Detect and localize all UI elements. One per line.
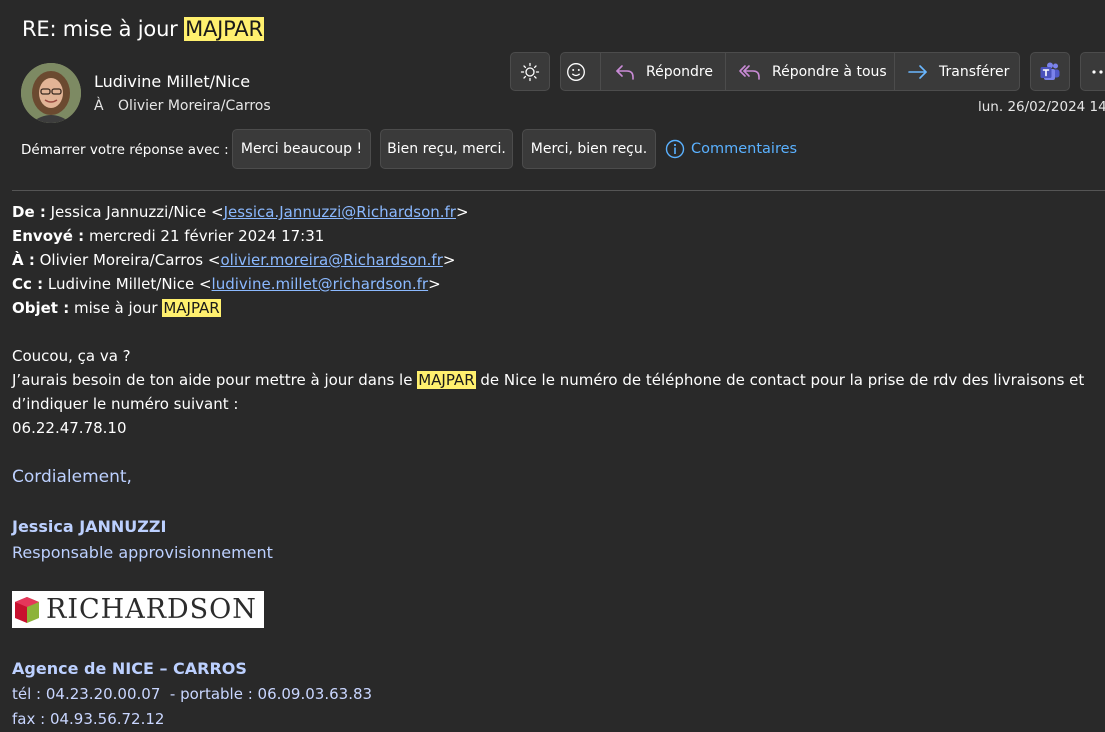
to-line: À : Olivier Moreira/Carros <olivier.more… bbox=[12, 251, 456, 269]
phone-number: 06.22.47.78.10 bbox=[12, 419, 127, 437]
theme-toggle-button[interactable] bbox=[510, 52, 550, 91]
sun-icon bbox=[520, 62, 540, 81]
logo-cube-icon bbox=[15, 596, 39, 623]
cc-line: Cc : Ludivine Millet/Nice <ludivine.mill… bbox=[12, 275, 441, 293]
company-logo: RICHARDSON bbox=[12, 591, 264, 628]
cc-email-link[interactable]: ludivine.millet@richardson.fr bbox=[212, 275, 429, 293]
avatar[interactable] bbox=[21, 63, 81, 123]
signature-name: Jessica JANNUZZI bbox=[12, 517, 167, 536]
forward-button[interactable]: Transférer bbox=[895, 53, 1019, 90]
emoji-reaction-button[interactable] bbox=[561, 53, 601, 90]
quick-reply-1-button[interactable]: Merci beaucoup ! bbox=[232, 129, 371, 169]
comments-label: Commentaires bbox=[691, 141, 798, 157]
subject-highlight: MAJPAR bbox=[162, 299, 221, 317]
reply-label: Répondre bbox=[646, 63, 713, 80]
body-highlight: MAJPAR bbox=[417, 371, 476, 389]
reply-button[interactable]: Répondre bbox=[601, 53, 726, 90]
sender-name[interactable]: Ludivine Millet/Nice bbox=[94, 72, 250, 91]
teams-button[interactable] bbox=[1030, 52, 1070, 91]
info-icon bbox=[665, 139, 685, 159]
comments-link[interactable]: Commentaires bbox=[665, 139, 797, 159]
emoji-icon bbox=[566, 62, 585, 81]
tel-line: tél : 04.23.20.00.07 - portable : 06.09.… bbox=[12, 685, 373, 703]
reply-all-label: Répondre à tous bbox=[772, 63, 887, 80]
more-options-button[interactable] bbox=[1080, 52, 1105, 91]
signature-role: Responsable approvisionnement bbox=[12, 543, 273, 562]
greeting: Coucou, ça va ? bbox=[12, 347, 131, 365]
recipient-row: À Olivier Moreira/Carros bbox=[94, 98, 271, 114]
quick-reply-label: Démarrer votre réponse avec : bbox=[21, 142, 229, 158]
from-line: De : Jessica Jannuzzi/Nice <Jessica.Jann… bbox=[12, 203, 469, 221]
reply-actions-group: Répondre Répondre à tous Transférer bbox=[560, 52, 1020, 91]
more-icon bbox=[1092, 69, 1103, 74]
forward-icon bbox=[908, 64, 927, 79]
to-email-link[interactable]: olivier.moreira@Richardson.fr bbox=[220, 251, 442, 269]
reply-all-icon bbox=[739, 64, 760, 80]
subject-highlight: MAJPAR bbox=[184, 17, 264, 41]
recipient-name[interactable]: Olivier Moreira/Carros bbox=[118, 98, 271, 114]
received-date: lun. 26/02/2024 14: bbox=[978, 99, 1105, 115]
email-subject: RE: mise à jour MAJPAR bbox=[22, 17, 264, 41]
fax-line: fax : 04.93.56.72.12 bbox=[12, 710, 165, 728]
quick-reply-3-button[interactable]: Merci, bien reçu. bbox=[522, 129, 656, 169]
header-divider bbox=[12, 190, 1105, 191]
message-body: De : Jessica Jannuzzi/Nice <Jessica.Jann… bbox=[12, 200, 1102, 732]
subject-line: Objet : mise à jour MAJPAR bbox=[12, 299, 221, 317]
from-email-link[interactable]: Jessica.Jannuzzi@Richardson.fr bbox=[224, 203, 456, 221]
agency-name: Agence de NICE – CARROS bbox=[12, 659, 247, 678]
body-paragraph: J’aurais besoin de ton aide pour mettre … bbox=[12, 371, 1085, 413]
forward-label: Transférer bbox=[939, 63, 1010, 80]
sent-line: Envoyé : mercredi 21 février 2024 17:31 bbox=[12, 227, 325, 245]
logo-text: RICHARDSON bbox=[46, 593, 257, 625]
teams-icon bbox=[1040, 62, 1060, 80]
closing: Cordialement, bbox=[12, 467, 132, 487]
quick-reply-2-button[interactable]: Bien reçu, merci. bbox=[380, 129, 513, 169]
reply-icon bbox=[616, 64, 634, 80]
to-label: À bbox=[94, 98, 104, 114]
reply-all-button[interactable]: Répondre à tous bbox=[726, 53, 895, 90]
